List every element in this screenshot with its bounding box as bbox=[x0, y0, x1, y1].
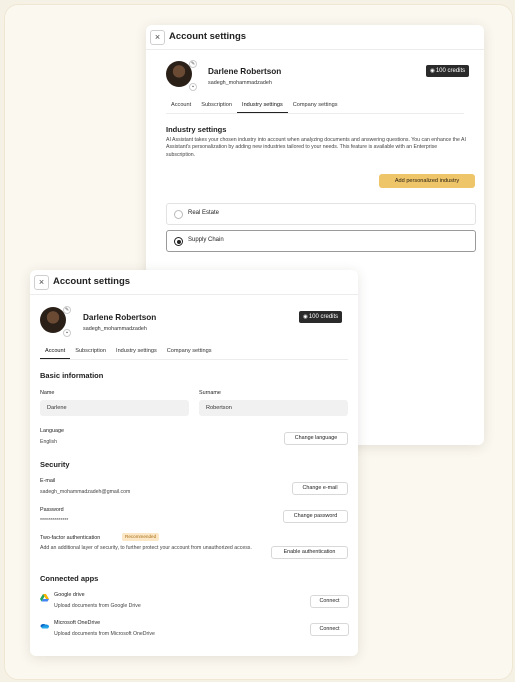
language-value: English bbox=[40, 439, 58, 445]
enable-authentication-button[interactable]: Enable authentication bbox=[271, 546, 348, 559]
option-label: Real Estate bbox=[188, 210, 220, 216]
coins-icon: ◉ bbox=[303, 314, 308, 320]
credits-label: 100 credits bbox=[435, 68, 466, 74]
google-drive-icon bbox=[40, 594, 49, 602]
name-field[interactable]: Darlene bbox=[40, 400, 189, 416]
basic-info-title: Basic information bbox=[40, 371, 104, 380]
credits-badge: ◉100 credits bbox=[426, 65, 470, 77]
tfa-label: Two-factor authentication bbox=[40, 535, 101, 541]
add-industry-button[interactable]: Add personalized industry bbox=[379, 174, 475, 188]
dialog-header: × Account settings bbox=[146, 25, 484, 50]
tfa-description: Add an additional layer of security, to … bbox=[40, 545, 252, 551]
credits-label: 100 credits bbox=[308, 314, 339, 320]
industry-option-real-estate[interactable]: Real Estate bbox=[166, 203, 476, 225]
recommended-badge: Recommended bbox=[122, 533, 160, 541]
avatar bbox=[166, 61, 192, 87]
change-email-button[interactable]: Change e-mail bbox=[292, 482, 348, 495]
language-label: Language bbox=[40, 428, 64, 434]
email-value: sadegh_mohammadzadeh@gmail.com bbox=[40, 489, 131, 495]
radio-icon bbox=[174, 210, 183, 219]
tab-bar: Account Subscription Industry settings C… bbox=[166, 102, 464, 114]
dialog-title: Account settings bbox=[53, 276, 131, 287]
trash-icon[interactable]: ▪ bbox=[189, 83, 197, 91]
tab-industry-settings[interactable]: Industry settings bbox=[111, 348, 162, 359]
password-value: ************** bbox=[40, 518, 69, 524]
user-name: Darlene Robertson bbox=[208, 67, 282, 76]
credits-badge: ◉100 credits bbox=[299, 311, 343, 323]
tab-subscription[interactable]: Subscription bbox=[70, 348, 111, 359]
avatar bbox=[40, 307, 66, 333]
surname-field[interactable]: Robertson bbox=[199, 400, 348, 416]
tab-company-settings[interactable]: Company settings bbox=[162, 348, 217, 359]
change-password-button[interactable]: Change password bbox=[283, 510, 348, 523]
radio-selected-icon bbox=[174, 237, 183, 246]
connect-onedrive-button[interactable]: Connect bbox=[310, 623, 349, 636]
account-settings-dialog-account: × Account settings ✎ ▪ Darlene Robertson… bbox=[30, 270, 358, 656]
app-name-google-drive: Google drive bbox=[54, 592, 85, 598]
password-label: Password bbox=[40, 507, 64, 513]
coins-icon: ◉ bbox=[430, 68, 435, 74]
pencil-icon[interactable]: ✎ bbox=[63, 306, 71, 314]
onedrive-icon bbox=[40, 624, 49, 629]
dialog-header: × Account settings bbox=[30, 270, 358, 295]
app-desc-onedrive: Upload documents from Microsoft OneDrive bbox=[54, 631, 155, 637]
pencil-icon[interactable]: ✎ bbox=[189, 60, 197, 68]
surname-label: Surname bbox=[199, 390, 221, 396]
connect-google-drive-button[interactable]: Connect bbox=[310, 595, 349, 608]
close-icon[interactable]: × bbox=[150, 30, 165, 45]
app-name-onedrive: Microsoft OneDrive bbox=[54, 620, 101, 626]
app-desc-google-drive: Upload documents from Google Drive bbox=[54, 603, 141, 609]
name-label: Name bbox=[40, 390, 55, 396]
tab-account[interactable]: Account bbox=[166, 102, 196, 113]
user-handle: sadegh_mohammadzadeh bbox=[208, 80, 272, 86]
section-description: AI Assistant takes your chosen industry … bbox=[166, 137, 466, 158]
close-icon[interactable]: × bbox=[34, 275, 49, 290]
change-language-button[interactable]: Change language bbox=[284, 432, 348, 445]
security-title: Security bbox=[40, 460, 70, 469]
section-title: Industry settings bbox=[166, 125, 227, 134]
tab-account[interactable]: Account bbox=[40, 348, 71, 359]
tab-industry-settings[interactable]: Industry settings bbox=[237, 102, 288, 113]
user-handle: sadegh_mohammadzadeh bbox=[83, 326, 147, 332]
email-label: E-mail bbox=[40, 478, 56, 484]
industry-option-supply-chain[interactable]: Supply Chain bbox=[166, 230, 476, 252]
trash-icon[interactable]: ▪ bbox=[63, 329, 71, 337]
connected-apps-title: Connected apps bbox=[40, 574, 99, 583]
tab-subscription[interactable]: Subscription bbox=[196, 102, 237, 113]
tab-company-settings[interactable]: Company settings bbox=[288, 102, 343, 113]
dialog-title: Account settings bbox=[169, 31, 247, 42]
tab-bar: Account Subscription Industry settings C… bbox=[40, 348, 348, 360]
option-label: Supply Chain bbox=[188, 237, 224, 243]
user-name: Darlene Robertson bbox=[83, 313, 157, 322]
